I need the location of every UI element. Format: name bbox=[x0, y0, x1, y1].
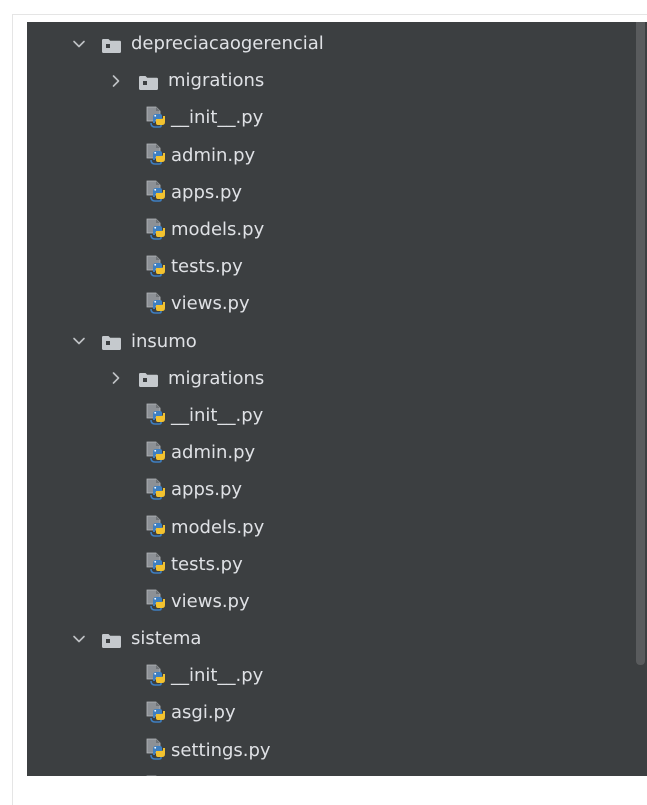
tree-file-models.py[interactable]: models.py bbox=[27, 211, 627, 248]
tree-item-label: migrations bbox=[168, 70, 265, 92]
tree-item-label: models.py bbox=[171, 219, 265, 241]
chevron-right-icon[interactable] bbox=[109, 74, 123, 88]
tree-item-label: apps.py bbox=[171, 181, 243, 203]
tree-folder-depreciacaogerencial[interactable]: depreciacaogerencial bbox=[27, 25, 627, 62]
python-file-icon bbox=[145, 515, 167, 539]
tree-item-label: __init__.py bbox=[171, 404, 264, 426]
tree-item-label: migrations bbox=[168, 367, 265, 389]
tree-item-label: tests.py bbox=[171, 256, 243, 278]
tree-item-label: tests.py bbox=[171, 553, 243, 575]
tree-item-label: views.py bbox=[171, 293, 250, 315]
tree-file-urls.py[interactable]: urls.py bbox=[27, 769, 627, 776]
folder-icon bbox=[139, 74, 158, 90]
tree-file-tests.py[interactable]: tests.py bbox=[27, 248, 627, 285]
folder-icon bbox=[102, 37, 121, 53]
tree-file-admin.py[interactable]: admin.py bbox=[27, 137, 627, 174]
python-file-icon bbox=[145, 106, 167, 130]
python-file-icon bbox=[145, 664, 167, 688]
python-file-icon bbox=[145, 552, 167, 576]
tree-file-admin.py[interactable]: admin.py bbox=[27, 434, 627, 471]
folder-icon bbox=[102, 334, 121, 351]
chevron-down-icon[interactable] bbox=[72, 37, 86, 51]
tree-file-__init__.py[interactable]: __init__.py bbox=[27, 397, 627, 434]
tree-file-__init__.py[interactable]: __init__.py bbox=[27, 657, 627, 694]
tree-file-views.py[interactable]: views.py bbox=[27, 285, 627, 322]
python-file-icon bbox=[145, 180, 167, 204]
tree-item-label: admin.py bbox=[171, 144, 256, 166]
tree-item-label: views.py bbox=[171, 590, 250, 612]
python-file-icon bbox=[145, 403, 167, 427]
tree-file-__init__.py[interactable]: __init__.py bbox=[27, 99, 627, 136]
tree-item-label: __init__.py bbox=[171, 107, 264, 129]
tree-file-apps.py[interactable]: apps.py bbox=[27, 174, 627, 211]
python-file-icon bbox=[145, 218, 167, 242]
tree-item-label: insumo bbox=[131, 330, 197, 352]
tree-item-label: admin.py bbox=[171, 442, 256, 464]
tree-item-label: asgi.py bbox=[171, 702, 236, 724]
python-file-icon bbox=[145, 701, 167, 725]
python-file-icon bbox=[145, 738, 167, 762]
python-file-icon bbox=[145, 143, 167, 167]
tree-item-label: sistema bbox=[131, 628, 202, 650]
tree-folder-migrations[interactable]: migrations bbox=[27, 62, 627, 99]
tree-file-models.py[interactable]: models.py bbox=[27, 508, 627, 545]
chevron-down-icon[interactable] bbox=[72, 334, 86, 348]
python-file-icon bbox=[145, 478, 167, 502]
tree-file-views.py[interactable]: views.py bbox=[27, 583, 627, 620]
project-tree: depreciacaogerencial migrations __init__.p… bbox=[27, 25, 627, 776]
python-file-icon bbox=[145, 589, 167, 613]
folder-icon bbox=[139, 371, 158, 388]
vertical-scrollbar[interactable] bbox=[636, 22, 645, 665]
folder-icon bbox=[102, 632, 121, 648]
python-file-icon bbox=[145, 292, 167, 316]
tree-file-asgi.py[interactable]: asgi.py bbox=[27, 694, 627, 731]
tree-folder-migrations[interactable]: migrations bbox=[27, 360, 627, 397]
tree-item-label: apps.py bbox=[171, 479, 243, 501]
project-tool-window: depreciacaogerencial migrations __init__.p… bbox=[27, 22, 647, 776]
python-file-icon bbox=[145, 441, 167, 465]
python-file-icon bbox=[145, 775, 167, 776]
chevron-down-icon[interactable] bbox=[72, 632, 86, 646]
tree-item-label: models.py bbox=[171, 516, 265, 538]
chevron-right-icon[interactable] bbox=[109, 371, 123, 385]
tree-file-tests.py[interactable]: tests.py bbox=[27, 546, 627, 583]
python-file-icon bbox=[145, 255, 167, 279]
tree-folder-insumo[interactable]: insumo bbox=[27, 323, 627, 360]
tree-item-label: settings.py bbox=[171, 739, 271, 761]
tree-folder-sistema[interactable]: sistema bbox=[27, 620, 627, 657]
tree-item-label: depreciacaogerencial bbox=[131, 33, 324, 55]
tree-item-label: __init__.py bbox=[171, 665, 264, 687]
tree-file-settings.py[interactable]: settings.py bbox=[27, 732, 627, 769]
tree-file-apps.py[interactable]: apps.py bbox=[27, 471, 627, 508]
